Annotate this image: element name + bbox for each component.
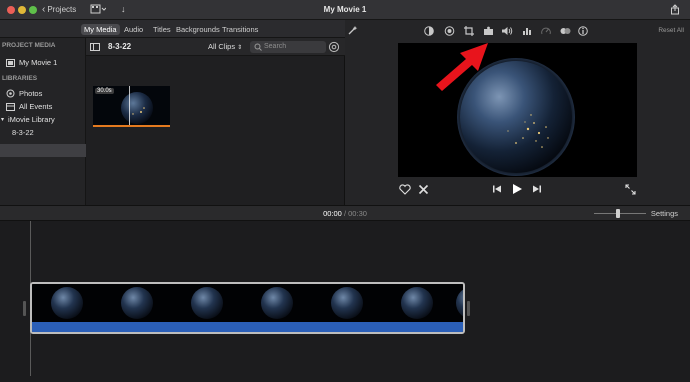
volume-icon[interactable] (501, 26, 513, 36)
sidebar-item-photos[interactable]: Photos (6, 89, 42, 98)
current-time: 00:00 (323, 209, 342, 218)
timecode-separator: / (343, 209, 347, 218)
clip-duration-badge: 30.0s (95, 88, 114, 94)
sidebar-item-all-events[interactable]: All Events (6, 102, 52, 111)
window-title: My Movie 1 (323, 5, 367, 14)
libraries-header: LIBRARIES (2, 75, 38, 82)
browser-tab-bar: My Media Audio Titles Backgrounds Transi… (0, 20, 345, 38)
favorite-heart-icon[interactable] (399, 184, 411, 195)
noise-reduction-icon[interactable] (522, 26, 533, 36)
timeline (0, 221, 690, 382)
library-sidebar: PROJECT MEDIA My Movie 1 LIBRARIES Photo… (0, 38, 86, 205)
tab-titles[interactable]: Titles (150, 24, 174, 35)
media-toolbar: 8-3-22 All Clips ⇕ Search (86, 38, 345, 56)
event-title: 8-3-22 (108, 42, 132, 51)
red-arrow-annotation (436, 43, 488, 91)
play-icon[interactable] (511, 183, 523, 195)
disclosure-triangle-icon: ▾ (1, 117, 5, 123)
reject-x-icon[interactable] (418, 184, 429, 195)
media-browser: My Media Audio Titles Backgrounds Transi… (0, 20, 345, 205)
info-icon[interactable] (578, 26, 588, 36)
zoom-slider-knob[interactable] (616, 209, 620, 218)
viewer-panel: Reset All (345, 20, 690, 205)
clip-trim-handle-right[interactable] (467, 301, 470, 316)
tab-backgrounds[interactable]: Backgrounds (173, 24, 223, 35)
total-time: 00:30 (348, 209, 367, 218)
project-icon (6, 58, 15, 67)
sidebar-selection (0, 144, 86, 157)
updown-chevron-icon: ⇕ (237, 45, 243, 51)
used-in-project-bar (93, 125, 170, 127)
reset-all-button[interactable]: Reset All (658, 27, 684, 34)
speed-icon[interactable] (541, 26, 551, 36)
search-field[interactable]: Search (250, 41, 326, 53)
clip-filmstrip (32, 284, 463, 322)
title-bar: ‹ Projects ↓ My Movie 1 (0, 0, 690, 20)
timeline-toolbar: 00:00 / 00:30 Settings (0, 205, 690, 221)
sidebar-item-event-8-3-22[interactable]: 8-3-22 (12, 128, 34, 137)
clip-filter-icon[interactable] (560, 26, 571, 36)
media-area: 8-3-22 All Clips ⇕ Search 30.0s (86, 38, 345, 205)
tab-transitions[interactable]: Transitions (219, 24, 261, 35)
clip-settings-icon[interactable] (328, 41, 340, 53)
skip-back-icon[interactable] (492, 184, 502, 194)
tab-my-media[interactable]: My Media (81, 24, 120, 35)
search-icon (254, 43, 262, 51)
magic-wand-icon[interactable] (348, 25, 358, 35)
settings-button[interactable]: Settings (651, 209, 678, 218)
sidebar-item-my-movie[interactable]: My Movie 1 (6, 58, 57, 67)
timeline-clip[interactable] (30, 282, 465, 334)
clip-trim-handle-left[interactable] (23, 301, 26, 316)
sidebar-item-imovie-library[interactable]: ▾ iMovie Library (1, 115, 55, 124)
skip-forward-icon[interactable] (532, 184, 542, 194)
share-button[interactable] (670, 4, 680, 15)
timecode-display: 00:00 / 00:30 (0, 209, 690, 218)
sidebar-toggle-icon[interactable] (90, 43, 100, 51)
all-clips-dropdown[interactable]: All Clips ⇕ (208, 42, 242, 51)
events-icon (6, 102, 15, 111)
photos-icon (6, 89, 15, 98)
project-media-header: PROJECT MEDIA (2, 42, 56, 49)
audio-waveform-track (32, 322, 463, 332)
tab-audio[interactable]: Audio (121, 24, 146, 35)
fullscreen-icon[interactable] (625, 184, 636, 195)
share-icon (671, 4, 679, 15)
media-clip[interactable]: 30.0s (93, 86, 170, 127)
skimmer-line (129, 86, 130, 125)
timeline-zoom-slider[interactable] (594, 213, 646, 214)
